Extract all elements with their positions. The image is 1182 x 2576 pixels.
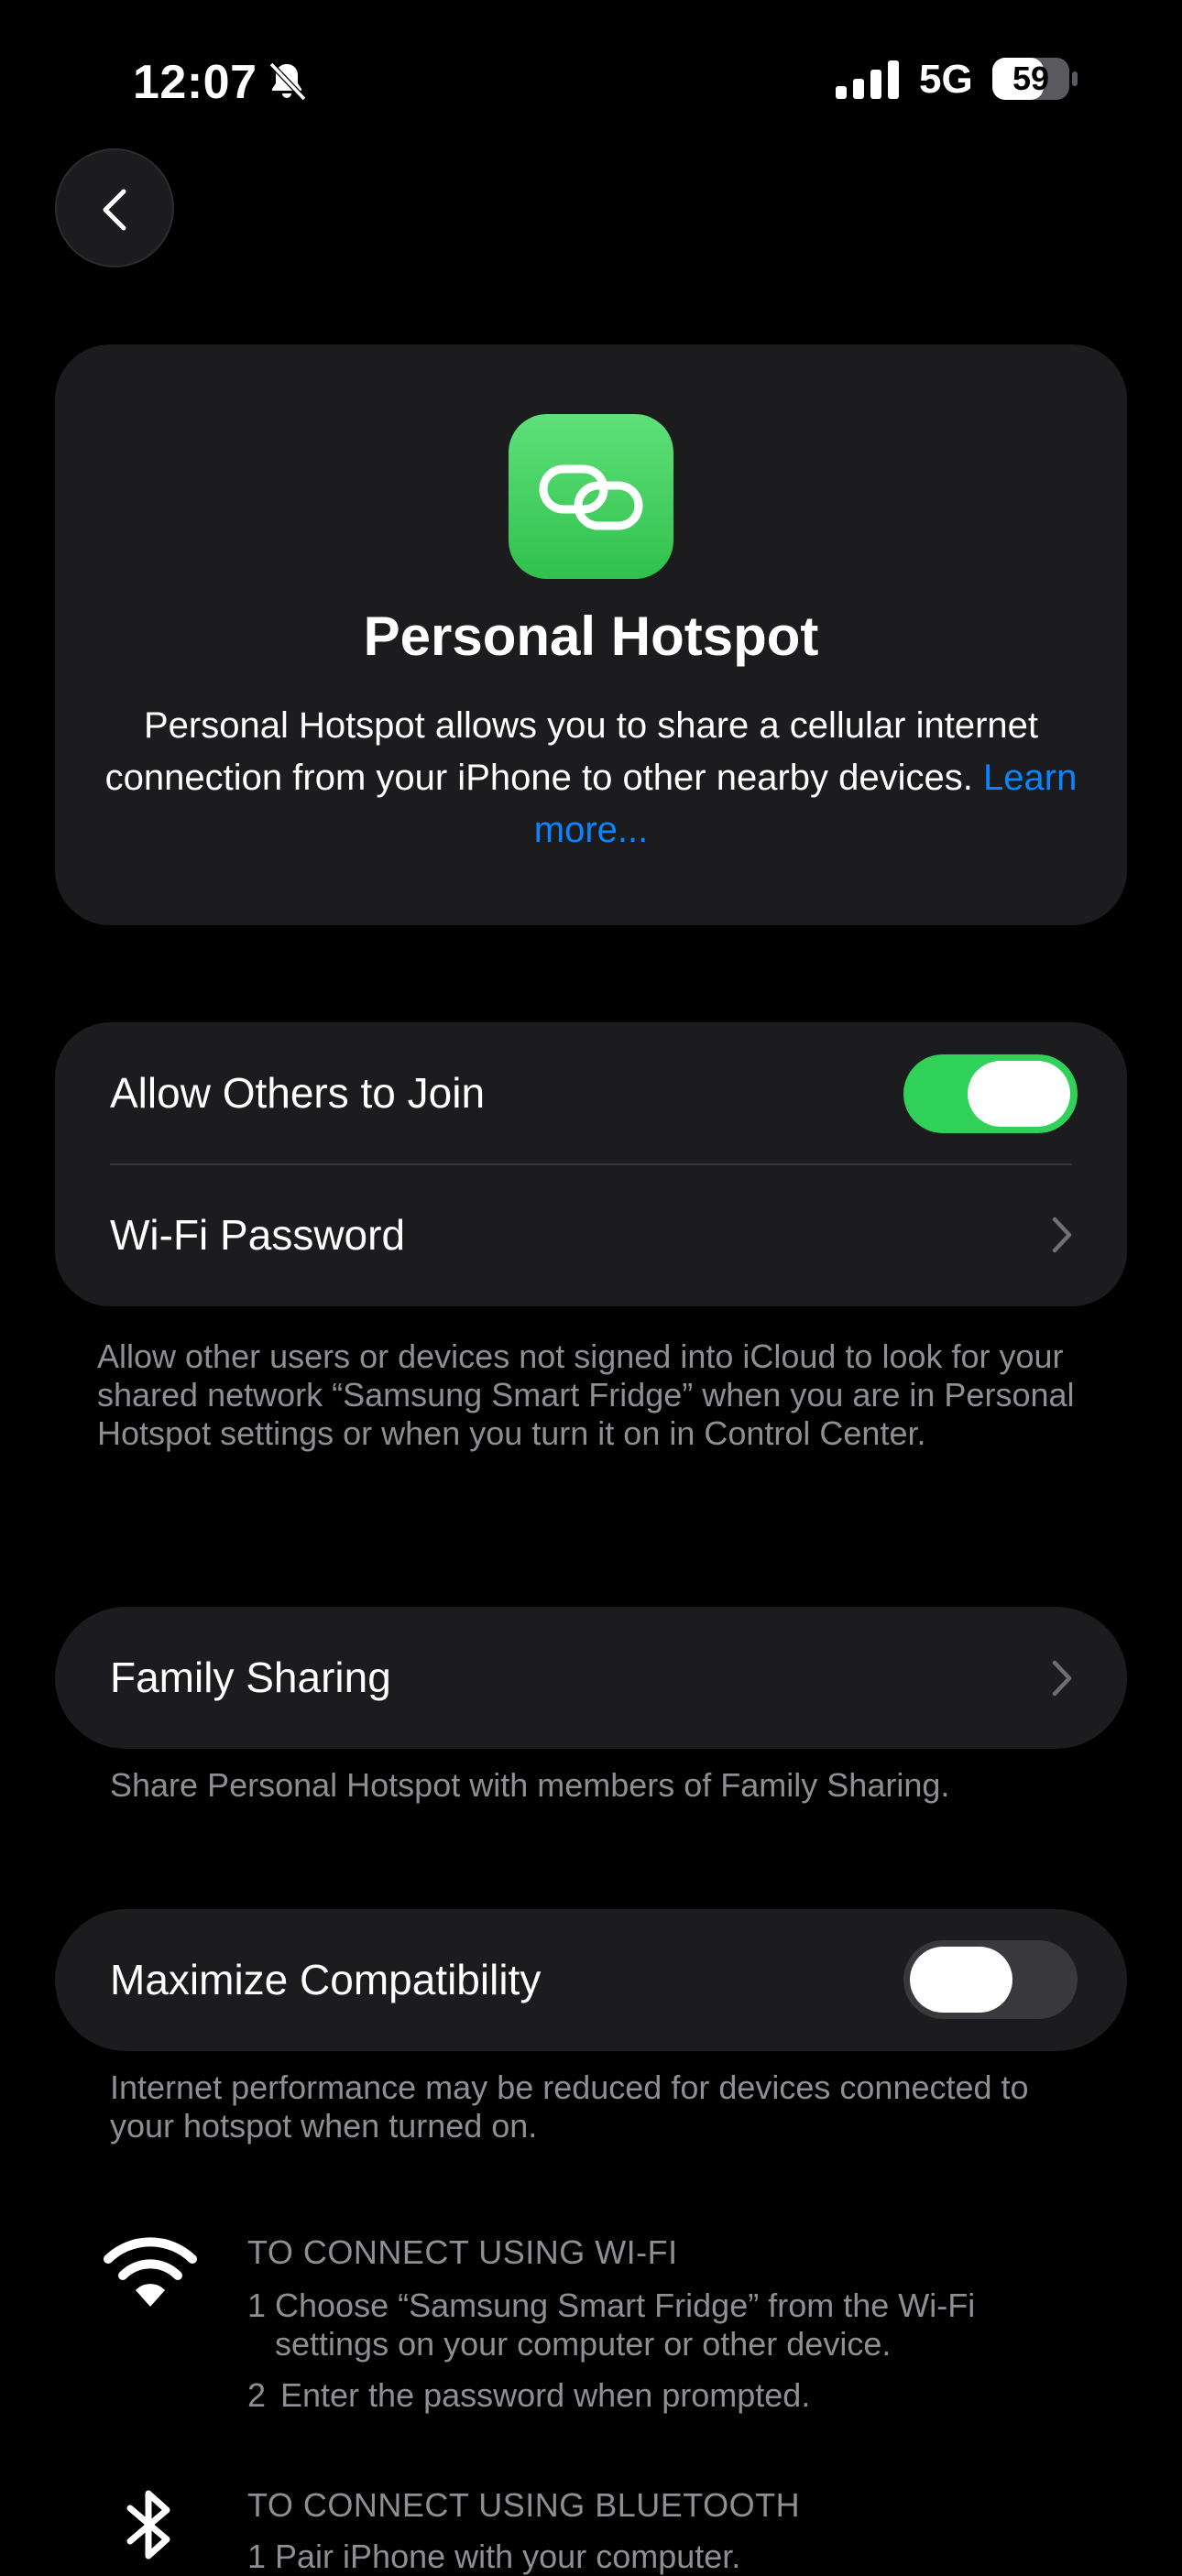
bluetooth-connect-heading: TO CONNECT USING BLUETOOTH xyxy=(247,2486,801,2524)
wifi-connect-heading: TO CONNECT USING WI-FI xyxy=(247,2233,678,2271)
wifi-step-2: Enter the password when prompted. xyxy=(280,2376,811,2414)
maximize-footnote: Internet performance may be reduced for … xyxy=(110,2068,1029,2145)
allow-others-footnote: Allow other users or devices not signed … xyxy=(97,1337,1075,1452)
back-button[interactable] xyxy=(55,148,174,267)
status-time: 12:07 xyxy=(133,56,257,109)
page-title: Personal Hotspot xyxy=(363,606,819,667)
personal-hotspot-link-icon xyxy=(509,414,673,579)
description-text: Personal Hotspot allows you to share a c… xyxy=(104,705,1039,798)
wifi-password-label: Wi-Fi Password xyxy=(110,1211,406,1259)
network-type: 5G xyxy=(919,57,973,102)
bluetooth-icon xyxy=(126,2490,170,2560)
silent-bell-icon xyxy=(268,61,307,102)
toggle-knob xyxy=(910,1947,1012,2013)
family-sharing-footnote: Share Personal Hotspot with members of F… xyxy=(110,1766,950,1804)
allow-others-toggle[interactable] xyxy=(903,1054,1078,1133)
wifi-step-2-number: 2 xyxy=(247,2376,267,2414)
maximize-compatibility-toggle[interactable] xyxy=(903,1940,1078,2019)
battery-icon: 59 xyxy=(991,57,1079,101)
bluetooth-step-1: 1 Pair iPhone with your computer. xyxy=(247,2538,741,2575)
allow-others-label: Allow Others to Join xyxy=(110,1069,486,1117)
chevron-right-icon xyxy=(1052,1660,1072,1697)
toggle-knob xyxy=(968,1061,1070,1127)
chevron-right-icon xyxy=(1052,1217,1072,1253)
family-sharing-label: Family Sharing xyxy=(110,1654,391,1701)
battery-level: 59 xyxy=(1012,60,1050,97)
wifi-step-1-number: 1 xyxy=(247,2287,267,2324)
maximize-compatibility-label: Maximize Compatibility xyxy=(110,1956,542,2003)
wifi-step-1-line-2: settings on your computer or other devic… xyxy=(275,2325,892,2363)
hotspot-description: Personal Hotspot allows you to share a c… xyxy=(101,700,1081,857)
chevron-left-icon xyxy=(103,189,126,231)
wifi-step-1-line-1: Choose “Samsung Smart Fridge” from the W… xyxy=(275,2287,976,2324)
wifi-icon xyxy=(104,2237,197,2307)
cellular-signal-icon xyxy=(836,60,899,99)
